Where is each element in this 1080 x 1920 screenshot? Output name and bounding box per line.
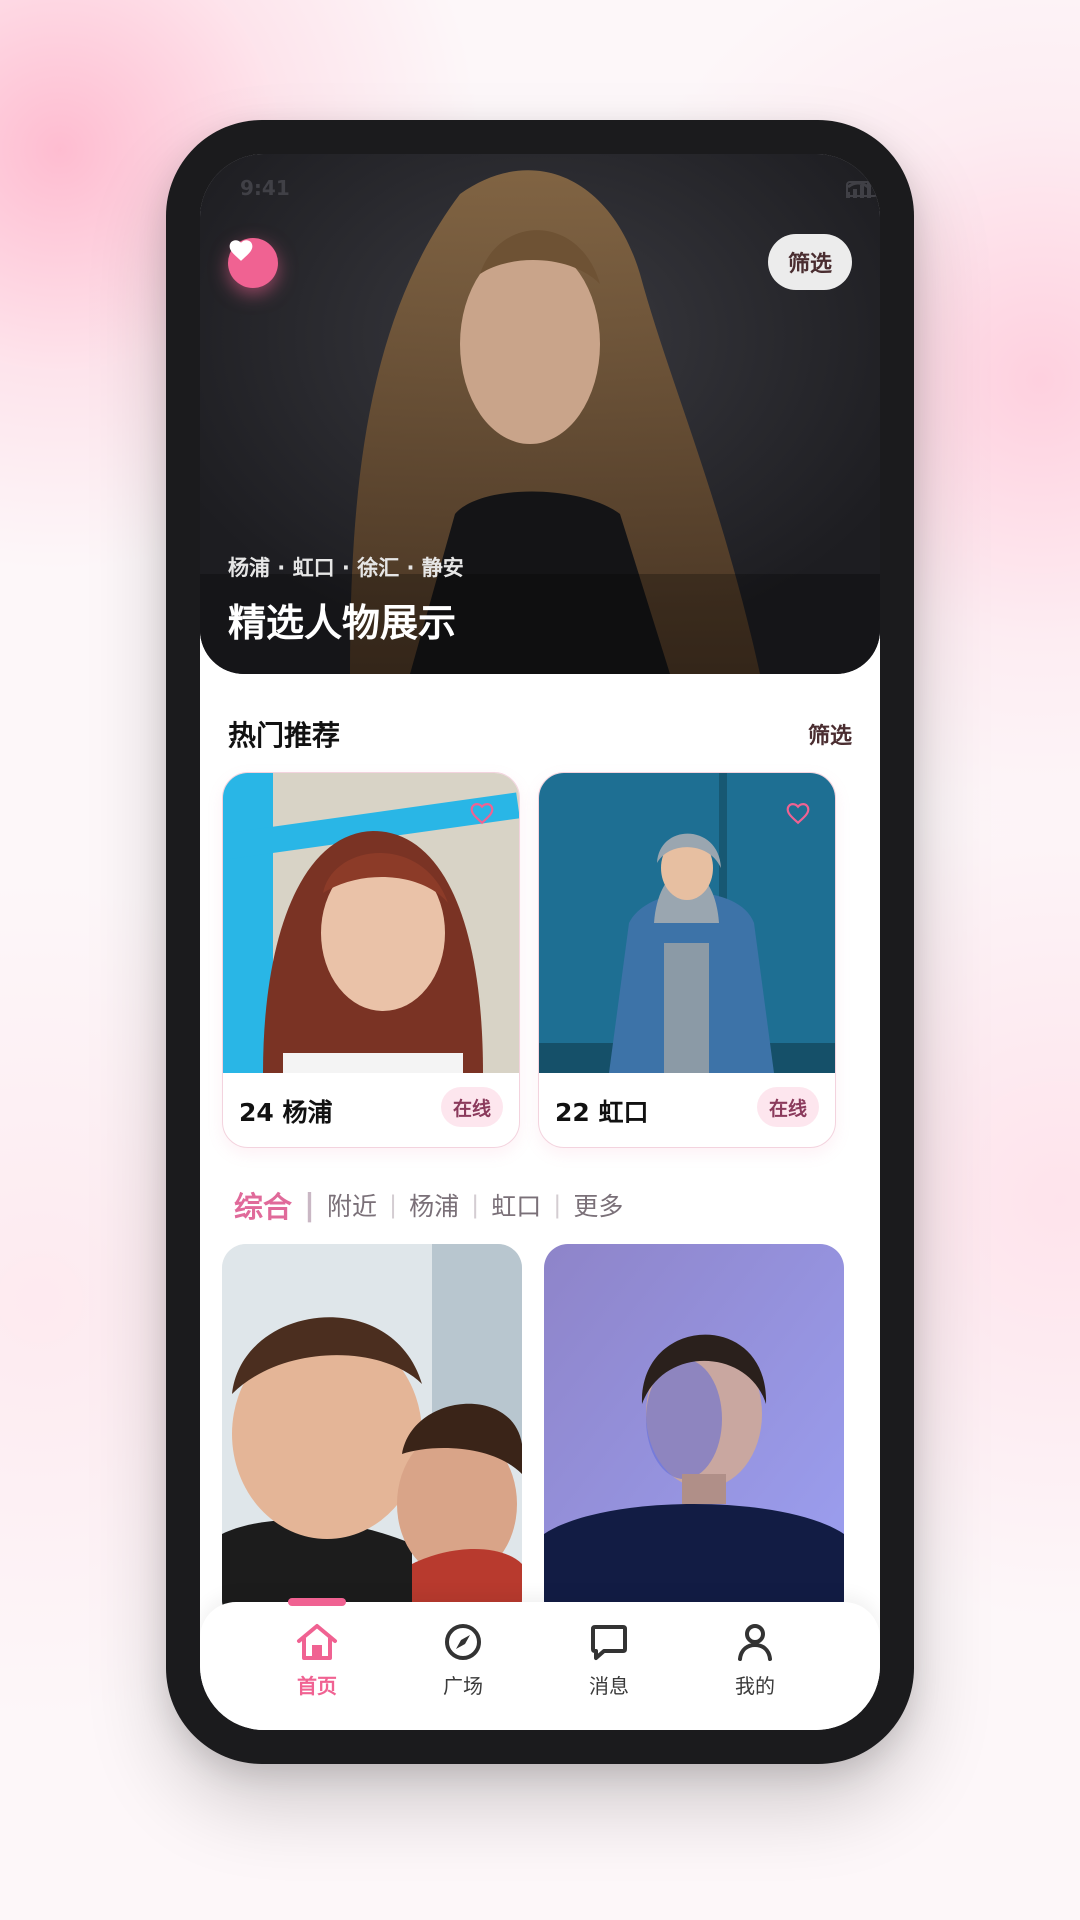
- profile-card[interactable]: 22 虹口 在线: [538, 772, 836, 1148]
- tab-divider: |: [471, 1191, 480, 1219]
- tab-yangpu[interactable]: 杨浦: [401, 1187, 467, 1223]
- tab-all[interactable]: 综合: [234, 1184, 300, 1226]
- profile-meta: 22 虹口: [555, 1098, 649, 1127]
- section-title: 热门推荐: [228, 719, 341, 752]
- heart-outline-icon[interactable]: [785, 801, 811, 825]
- compass-icon: [445, 1624, 481, 1660]
- message-icon: [591, 1625, 627, 1660]
- grid-card-photo: [222, 1244, 522, 1624]
- heart-icon: [229, 240, 253, 261]
- status-bar: 9:41: [200, 176, 880, 206]
- online-badge: 在线: [440, 1087, 503, 1127]
- home-icon: [297, 1624, 337, 1660]
- tab-more[interactable]: 更多: [565, 1187, 631, 1223]
- grid-card[interactable]: [222, 1244, 522, 1624]
- nav-item-home[interactable]: 首页: [262, 1622, 372, 1699]
- hero-filter-button[interactable]: 筛选: [767, 234, 852, 290]
- grid-card-photo: [544, 1244, 844, 1624]
- hero-banner[interactable]: 9:41 筛选 杨浦 · 虹口 · 徐汇 · 静安 精选人物展示: [200, 154, 880, 674]
- tab-divider: |: [389, 1191, 398, 1219]
- nav-active-indicator: [288, 1598, 346, 1606]
- app-screen: 9:41 筛选 杨浦 · 虹口 · 徐汇 · 静安 精选人物展示 热门推荐 筛选…: [200, 154, 880, 1730]
- online-badge: 在线: [756, 1087, 819, 1127]
- heart-outline-icon[interactable]: [469, 801, 495, 825]
- status-time: 9:41: [240, 176, 290, 200]
- profile-meta: 24 杨浦: [239, 1098, 333, 1127]
- nav-item-messages[interactable]: 消息: [554, 1622, 664, 1699]
- tab-divider: |: [304, 1187, 315, 1223]
- bottom-nav: 首页 广场 消息 我的: [200, 1598, 880, 1730]
- hero-districts: 杨浦 · 虹口 · 徐汇 · 静安: [228, 556, 464, 580]
- nav-item-plaza[interactable]: 广场: [408, 1622, 518, 1699]
- category-tabs: 综合 | 附近 | 杨浦 | 虹口 | 更多: [234, 1184, 631, 1226]
- hot-section-header: 热门推荐 筛选: [228, 714, 852, 754]
- user-icon: [738, 1624, 772, 1661]
- tab-hongkou[interactable]: 虹口: [483, 1187, 549, 1223]
- profile-card[interactable]: 24 杨浦 在线: [222, 772, 520, 1148]
- nav-label: 首页: [297, 1674, 337, 1698]
- nav-item-profile[interactable]: 我的: [700, 1622, 810, 1699]
- phone-frame: 9:41 筛选 杨浦 · 虹口 · 徐汇 · 静安 精选人物展示 热门推荐 筛选…: [166, 120, 914, 1764]
- nav-label: 消息: [589, 1674, 629, 1698]
- tab-divider: |: [553, 1191, 562, 1219]
- tab-nearby[interactable]: 附近: [319, 1187, 385, 1223]
- hero-title: 精选人物展示: [228, 601, 457, 645]
- favorite-button[interactable]: [228, 238, 278, 288]
- nav-label: 我的: [735, 1674, 775, 1698]
- nav-label: 广场: [443, 1674, 483, 1698]
- section-filter-button[interactable]: 筛选: [808, 718, 852, 750]
- battery-icon: [846, 181, 880, 197]
- grid-card[interactable]: [544, 1244, 844, 1624]
